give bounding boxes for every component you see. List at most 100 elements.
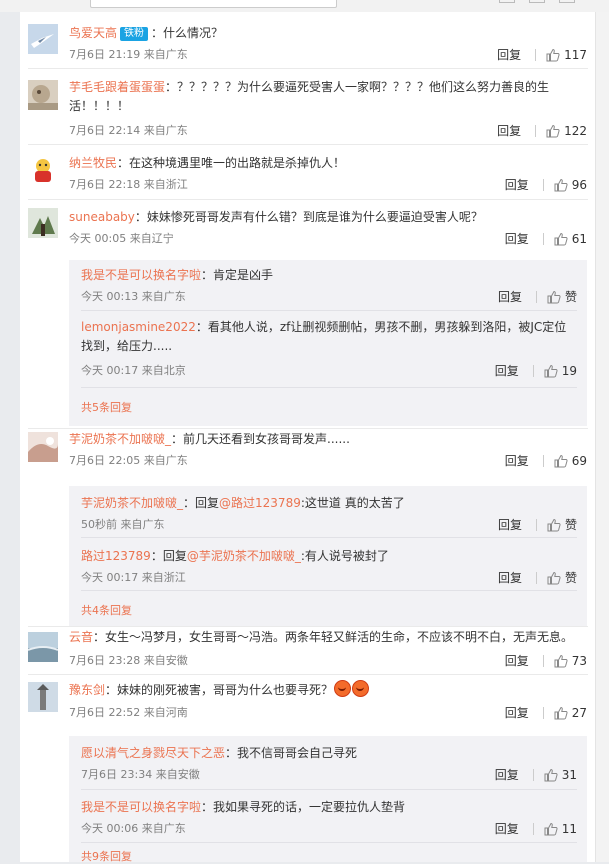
username-link[interactable]: 豫东剑 — [69, 683, 105, 697]
thumbs-up-icon — [546, 48, 560, 62]
subreply-meta: 今天 00:17 来自浙江 — [81, 571, 186, 584]
subreply-actions: 回复 31 — [495, 766, 577, 783]
subreply-text: 愿以清气之身戮尽天下之恶：我不信哥哥会自己寻死 — [81, 746, 358, 760]
avatar[interactable] — [28, 682, 58, 712]
angry-face-emoji — [334, 680, 352, 697]
comment-body: ：什么情况？ — [151, 26, 224, 40]
nav-icon[interactable] — [499, 0, 515, 3]
reply-button[interactable]: 回复 — [505, 178, 529, 192]
like-button[interactable]: 赞 — [547, 516, 577, 533]
like-count: 赞 — [564, 518, 577, 532]
subreply-text: 我是不是可以换名字啦：我如果寻死的话，一定要拉仇人垫背 — [81, 800, 406, 814]
subreply-item: 芋泥奶茶不加啵啵_：回复@路过123789:这世道 真的太苦了 50秒前 来自广… — [81, 494, 577, 532]
like-count: 11 — [561, 822, 577, 836]
subreply-item: 我是不是可以换名字啦：肯定是凶手 今天 00:13 来自广东 回复 赞 — [81, 266, 577, 304]
reply-button[interactable]: 回复 — [505, 706, 529, 720]
username-link[interactable]: 我是不是可以换名字啦 — [81, 268, 201, 282]
comment-text: 豫东剑：妹妹的刚死被害，哥哥为什么也要寻死？ — [69, 680, 569, 700]
comment-actions: 回复 73 — [505, 652, 587, 669]
thumbs-up-icon — [544, 768, 558, 782]
top-bar — [0, 0, 609, 12]
reply-button[interactable]: 回复 — [505, 454, 529, 468]
avatar[interactable] — [28, 208, 58, 238]
subreply-actions: 回复 赞 — [498, 516, 577, 533]
comment-text: suneababy：妹妹惨死哥哥发声有什么错？到底是谁为什么要逼迫受害人呢？ — [69, 208, 569, 227]
username-link[interactable]: suneababy — [69, 210, 135, 224]
search-input[interactable] — [90, 0, 337, 8]
like-button[interactable]: 117 — [546, 48, 587, 62]
avatar[interactable] — [28, 80, 58, 110]
comment-text: 纳兰牧民：在这种境遇里唯一的出路就是杀掉仇人！ — [69, 154, 569, 173]
subreply-meta: 今天 00:06 来自广东 — [81, 822, 186, 835]
more-replies-link[interactable]: 共4条回复 — [81, 602, 132, 618]
like-button[interactable]: 27 — [554, 706, 587, 720]
reply-button[interactable]: 回复 — [495, 822, 519, 836]
like-button[interactable]: 31 — [544, 768, 577, 782]
like-count: 19 — [561, 364, 577, 378]
mention-link[interactable]: @芋泥奶茶不加啵啵_ — [187, 549, 301, 563]
more-replies-link[interactable]: 共5条回复 — [81, 399, 132, 415]
reply-button[interactable]: 回复 — [497, 124, 521, 138]
subreply-box: 愿以清气之身戮尽天下之恶：我不信哥哥会自己寻死 7月6日 23:34 来自安徽 … — [69, 736, 587, 863]
username-link[interactable]: 鸟爱天高 — [69, 26, 117, 40]
comment-meta: 今天 00:05 来自辽宁 — [69, 232, 174, 245]
reply-button[interactable]: 回复 — [495, 364, 519, 378]
subreply-actions: 回复 赞 — [498, 569, 577, 586]
username-link[interactable]: 愿以清气之身戮尽天下之恶 — [81, 746, 225, 760]
comment-body: ：妹妹的刚死被害，哥哥为什么也要寻死？ — [105, 683, 334, 697]
comment-actions: 回复 96 — [505, 176, 587, 193]
subreply-item: 我是不是可以换名字啦：我如果寻死的话，一定要拉仇人垫背 今天 00:06 来自广… — [81, 798, 577, 836]
subreply-meta: 今天 00:17 来自北京 — [81, 364, 186, 377]
reply-button[interactable]: 回复 — [498, 518, 522, 532]
like-button[interactable]: 96 — [554, 178, 587, 192]
nav-icon[interactable] — [558, 0, 575, 3]
reply-button[interactable]: 回复 — [498, 571, 522, 585]
subreply-meta: 7月6日 23:34 来自安徽 — [81, 768, 200, 781]
reply-button[interactable]: 回复 — [495, 768, 519, 782]
username-link[interactable]: lemonjasmine2022 — [81, 320, 196, 334]
comment-actions: 回复 69 — [505, 452, 587, 469]
like-button[interactable]: 69 — [554, 454, 587, 468]
avatar[interactable] — [28, 432, 58, 462]
nav-icon[interactable] — [528, 0, 545, 3]
reply-button[interactable]: 回复 — [505, 654, 529, 668]
like-count: 赞 — [564, 571, 577, 585]
like-button[interactable]: 赞 — [547, 569, 577, 586]
reply-button[interactable]: 回复 — [498, 290, 522, 304]
comment-actions: 回复 61 — [505, 230, 587, 247]
comment-meta: 7月6日 22:05 来自广东 — [69, 454, 188, 467]
avatar[interactable] — [28, 632, 58, 662]
reply-button[interactable]: 回复 — [497, 48, 521, 62]
comment-text: 云音：女生～冯梦月，女生哥哥～冯浩。两条年轻又鲜活的生命，不应该不明不白，无声无… — [69, 628, 589, 647]
username-link[interactable]: 路过123789 — [81, 549, 151, 563]
like-count: 27 — [571, 706, 587, 720]
mention-link[interactable]: @路过123789 — [219, 496, 301, 510]
username-link[interactable]: 芋毛毛跟着蛋蛋蛋 — [69, 80, 165, 94]
subreply-text: 我是不是可以换名字啦：肯定是凶手 — [81, 268, 274, 282]
thumbs-up-icon — [544, 364, 558, 378]
comment-panel: 鸟爱天高 铁粉 ：什么情况？ 7月6日 21:19 来自广东 回复 117 芋毛毛跟着… — [20, 12, 595, 863]
comment-body: ：女生～冯梦月，女生哥哥～冯浩。两条年轻又鲜活的生命，不应该不明不白，无声无息。 — [93, 630, 574, 644]
comment-text: 芋毛毛跟着蛋蛋蛋：？？？？？为什么要逼死受害人一家啊？？？？他们这么努力善良的生… — [69, 78, 559, 116]
avatar[interactable] — [28, 24, 58, 54]
avatar[interactable] — [28, 154, 58, 184]
scrollbar[interactable] — [595, 12, 609, 862]
username-link[interactable]: 纳兰牧民 — [69, 156, 117, 170]
username-link[interactable]: 云音 — [69, 630, 93, 644]
username-link[interactable]: 芋泥奶茶不加啵啵_ — [81, 496, 183, 510]
like-button[interactable]: 19 — [544, 364, 577, 378]
thumbs-up-icon — [554, 454, 568, 468]
like-button[interactable]: 赞 — [547, 288, 577, 305]
like-button[interactable]: 61 — [554, 232, 587, 246]
username-link[interactable]: 我是不是可以换名字啦 — [81, 800, 201, 814]
comment-actions: 回复 117 — [497, 46, 587, 63]
username-link[interactable]: 芋泥奶茶不加啵啵_ — [69, 432, 171, 446]
fan-badge: 铁粉 — [120, 27, 149, 41]
comment-meta: 7月6日 22:14 来自广东 — [69, 124, 188, 137]
like-button[interactable]: 11 — [544, 822, 577, 836]
like-button[interactable]: 73 — [554, 654, 587, 668]
subreply-actions: 回复 11 — [495, 820, 577, 837]
like-button[interactable]: 122 — [546, 124, 587, 138]
reply-button[interactable]: 回复 — [505, 232, 529, 246]
like-count: 赞 — [564, 290, 577, 304]
